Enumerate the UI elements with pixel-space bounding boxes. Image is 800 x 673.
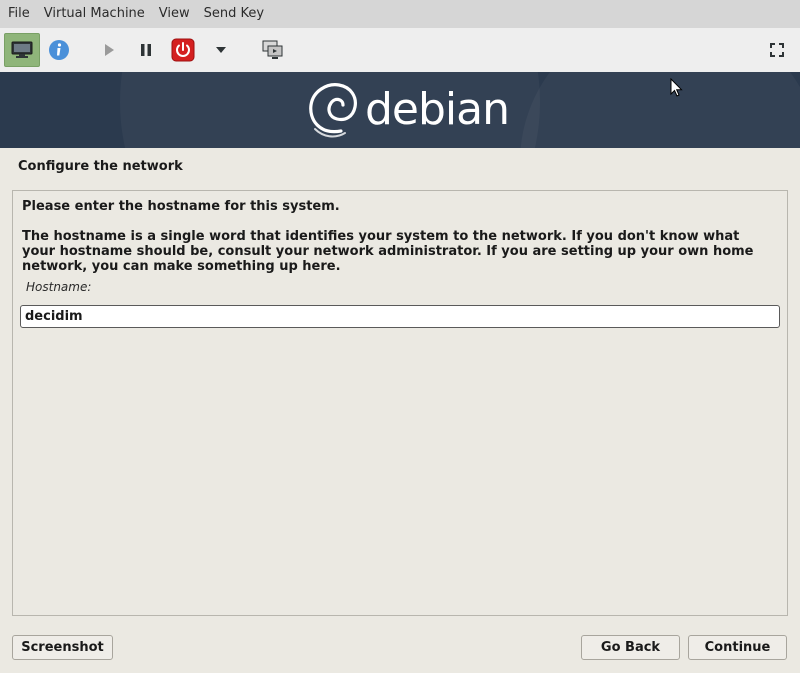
play-icon xyxy=(105,44,114,56)
content-panel: Please enter the hostname for this syste… xyxy=(12,190,788,616)
info-icon xyxy=(49,40,69,60)
run-button[interactable] xyxy=(96,33,122,67)
menu-file[interactable]: File xyxy=(4,0,34,28)
debian-swirl-icon xyxy=(309,83,357,138)
continue-button[interactable]: Continue xyxy=(688,635,787,660)
monitor-icon xyxy=(11,41,33,58)
caret-down-icon xyxy=(216,47,226,53)
menu-virtual-machine[interactable]: Virtual Machine xyxy=(40,0,149,28)
page-title: Configure the network xyxy=(18,159,183,174)
details-button[interactable] xyxy=(44,33,74,67)
pause-icon xyxy=(141,44,151,56)
shutdown-menu-button[interactable] xyxy=(208,33,234,67)
shutdown-button[interactable] xyxy=(168,33,198,67)
logo-text: debian xyxy=(365,84,510,135)
description-text: The hostname is a single word that ident… xyxy=(22,229,754,274)
mouse-pointer-icon xyxy=(670,78,683,97)
snapshots-button[interactable] xyxy=(258,33,288,67)
prompt-text: Please enter the hostname for this syste… xyxy=(22,199,340,214)
menu-send-key[interactable]: Send Key xyxy=(200,0,268,28)
screens-icon xyxy=(262,40,283,59)
toolbar xyxy=(0,28,800,72)
pause-button[interactable] xyxy=(133,33,159,67)
screenshot-button[interactable]: Screenshot xyxy=(12,635,113,660)
console-button[interactable] xyxy=(4,33,40,67)
banner-decoration xyxy=(520,72,800,148)
power-icon xyxy=(171,38,195,62)
menu-bar: File Virtual Machine View Send Key xyxy=(0,0,800,28)
menu-view[interactable]: View xyxy=(155,0,194,28)
fullscreen-button[interactable] xyxy=(762,33,792,67)
hostname-input[interactable] xyxy=(20,305,780,328)
go-back-button[interactable]: Go Back xyxy=(581,635,680,660)
hostname-label: Hostname: xyxy=(26,280,92,294)
debian-logo: debian xyxy=(305,78,510,142)
fullscreen-icon xyxy=(770,43,784,57)
